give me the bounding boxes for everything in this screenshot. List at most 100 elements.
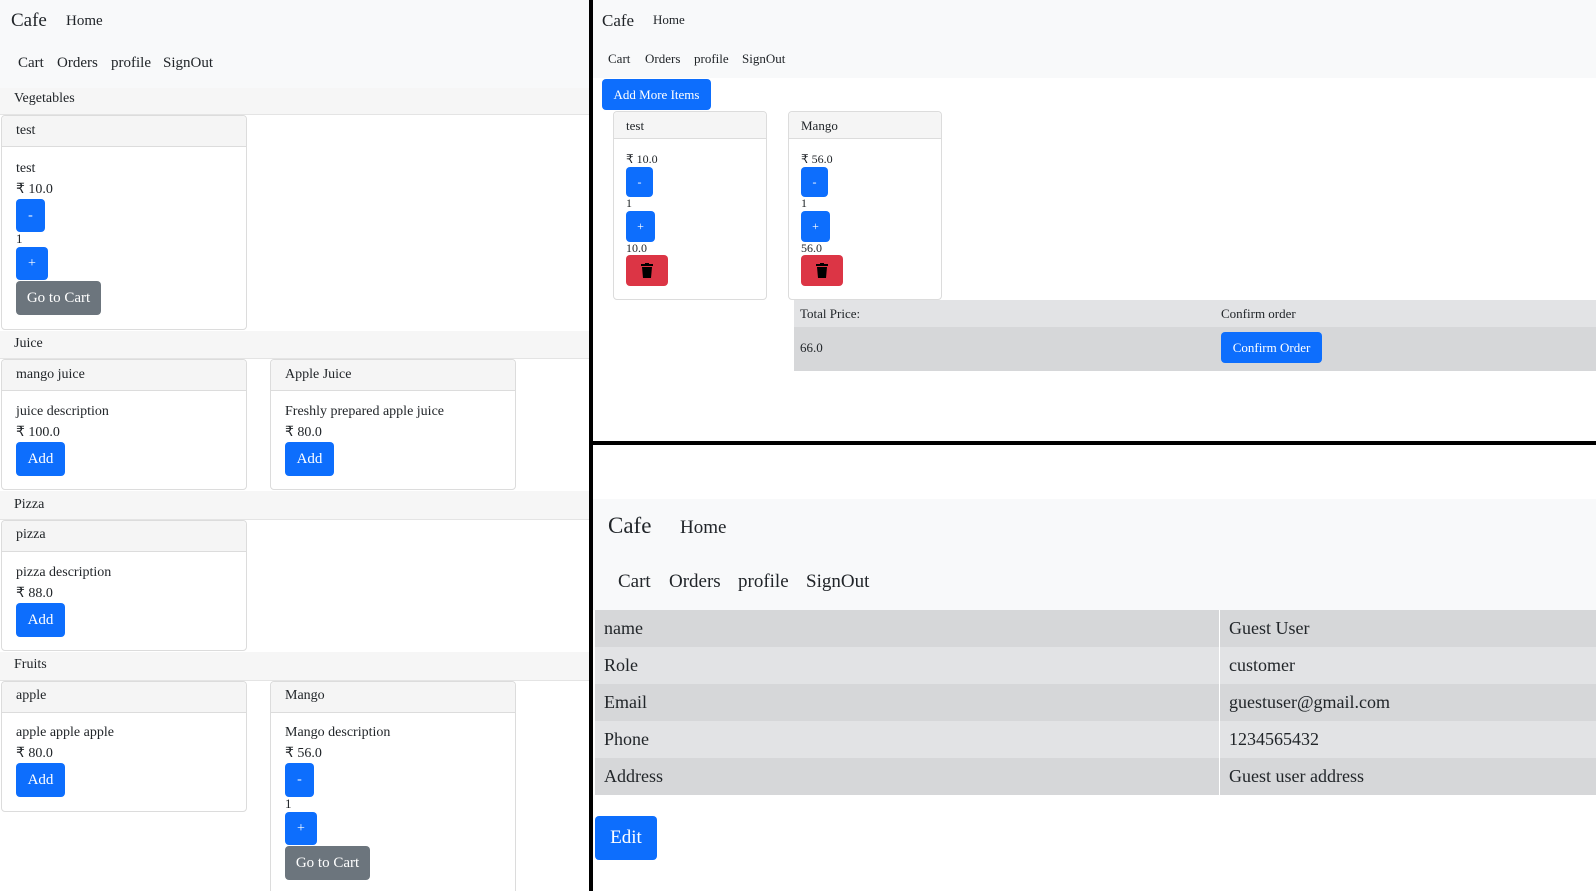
delete-item-button[interactable] bbox=[801, 255, 843, 286]
trash-icon bbox=[641, 263, 653, 278]
item-price: ₹ 80.0 bbox=[285, 425, 322, 440]
order-summary-row: 66.0 Confirm Order bbox=[794, 327, 1596, 371]
trash-icon bbox=[816, 263, 828, 278]
item-title: Mango bbox=[801, 118, 838, 133]
profile-row: Role customer bbox=[595, 647, 1596, 684]
item-price: ₹ 10.0 bbox=[16, 182, 53, 197]
navbar-brand[interactable]: Cafe bbox=[11, 10, 47, 32]
item-description: pizza description bbox=[16, 565, 112, 580]
item-price: ₹ 80.0 bbox=[16, 746, 53, 761]
nav-home-link[interactable]: Home bbox=[66, 13, 103, 30]
menu-item-card: Mango Mango description ₹ 56.0 - 1 + Go … bbox=[270, 681, 516, 891]
item-title: Apple Juice bbox=[285, 367, 352, 382]
item-title: test bbox=[16, 123, 36, 138]
go-to-cart-button[interactable]: Go to Cart bbox=[16, 281, 101, 315]
decrease-qty-button[interactable]: - bbox=[285, 763, 314, 797]
nav-orders-link[interactable]: Orders bbox=[57, 55, 98, 72]
card-header: Mango bbox=[271, 682, 515, 713]
profile-field-label: Address bbox=[604, 766, 663, 786]
profile-table: name Guest User Role customer Email gues… bbox=[595, 610, 1596, 797]
nav-signout-link[interactable]: SignOut bbox=[806, 571, 869, 593]
column-divider bbox=[1219, 758, 1220, 795]
item-quantity: 1 bbox=[16, 231, 23, 246]
add-button[interactable]: Add bbox=[285, 442, 334, 476]
profile-field-label: Phone bbox=[604, 729, 649, 749]
navbar: Cafe Home Cart Orders profile SignOut bbox=[0, 0, 589, 88]
column-divider bbox=[1219, 610, 1220, 647]
nav-profile-link[interactable]: profile bbox=[738, 571, 789, 593]
item-price: ₹ 56.0 bbox=[285, 746, 322, 761]
add-button[interactable]: Add bbox=[16, 763, 65, 797]
item-title: pizza bbox=[16, 527, 46, 542]
nav-home-link[interactable]: Home bbox=[653, 12, 685, 28]
item-quantity: 1 bbox=[285, 796, 292, 811]
nav-orders-link[interactable]: Orders bbox=[645, 51, 680, 67]
card-header: apple bbox=[2, 682, 246, 713]
decrease-qty-button[interactable]: - bbox=[16, 199, 45, 232]
nav-cart-link[interactable]: Cart bbox=[18, 55, 44, 72]
add-more-items-button[interactable]: Add More Items bbox=[602, 79, 711, 110]
nav-profile-link[interactable]: profile bbox=[111, 55, 151, 72]
profile-row: Email guestuser@gmail.com bbox=[595, 684, 1596, 721]
nav-orders-link[interactable]: Orders bbox=[669, 571, 721, 593]
decrease-qty-button[interactable]: - bbox=[801, 167, 828, 197]
item-description: Freshly prepared apple juice bbox=[285, 404, 444, 419]
item-subtotal: 10.0 bbox=[626, 241, 647, 255]
cart-panel: Cafe Home Cart Orders profile SignOut Ad… bbox=[593, 0, 1596, 441]
increase-qty-button[interactable]: + bbox=[16, 247, 48, 280]
cart-item-card: test ₹ 10.0 - 1 + 10.0 bbox=[613, 111, 767, 300]
menu-item-card: Apple Juice Freshly prepared apple juice… bbox=[270, 359, 516, 490]
decrease-qty-button[interactable]: - bbox=[626, 167, 653, 197]
card-header: mango juice bbox=[2, 360, 246, 391]
item-title: apple bbox=[16, 688, 47, 703]
category-title: Fruits bbox=[14, 657, 47, 672]
navbar-brand[interactable]: Cafe bbox=[602, 11, 634, 31]
increase-qty-button[interactable]: + bbox=[285, 812, 317, 845]
navbar-brand[interactable]: Cafe bbox=[608, 513, 651, 539]
navbar: Cafe Home Cart Orders profile SignOut bbox=[593, 499, 1596, 610]
increase-qty-button[interactable]: + bbox=[626, 211, 655, 242]
nav-cart-link[interactable]: Cart bbox=[608, 51, 630, 67]
item-description: Mango description bbox=[285, 725, 391, 740]
category-header-vegetables: Vegetables bbox=[0, 88, 589, 115]
column-divider bbox=[1219, 684, 1220, 721]
menu-item-card: apple apple apple apple ₹ 80.0 Add bbox=[1, 681, 247, 812]
column-divider bbox=[1219, 647, 1220, 684]
nav-home-link[interactable]: Home bbox=[680, 517, 726, 539]
card-header: test bbox=[2, 116, 246, 147]
total-price-label: Total Price: bbox=[800, 306, 861, 321]
nav-profile-link[interactable]: profile bbox=[694, 51, 729, 67]
card-header: pizza bbox=[2, 521, 246, 552]
item-title: Mango bbox=[285, 688, 325, 703]
menu-item-card: mango juice juice description ₹ 100.0 Ad… bbox=[1, 359, 247, 490]
menu-item-card: pizza pizza description ₹ 88.0 Add bbox=[1, 520, 247, 651]
column-divider bbox=[1219, 721, 1220, 758]
confirm-order-header: Confirm order bbox=[1221, 306, 1296, 321]
nav-cart-link[interactable]: Cart bbox=[618, 571, 651, 593]
item-price: ₹ 10.0 bbox=[626, 152, 658, 166]
item-description: apple apple apple bbox=[16, 725, 114, 740]
category-title: Pizza bbox=[14, 497, 45, 512]
profile-field-value: guestuser@gmail.com bbox=[1229, 692, 1391, 712]
nav-signout-link[interactable]: SignOut bbox=[163, 55, 213, 72]
nav-signout-link[interactable]: SignOut bbox=[742, 51, 785, 67]
delete-item-button[interactable] bbox=[626, 255, 668, 286]
confirm-order-button[interactable]: Confirm Order bbox=[1221, 332, 1322, 363]
edit-profile-button[interactable]: Edit bbox=[595, 816, 657, 860]
item-quantity: 1 bbox=[801, 196, 807, 210]
card-header: test bbox=[614, 112, 766, 139]
item-price: ₹ 100.0 bbox=[16, 425, 60, 440]
item-title: mango juice bbox=[16, 367, 85, 382]
profile-field-value: 1234565432 bbox=[1229, 729, 1319, 749]
item-price: ₹ 56.0 bbox=[801, 152, 833, 166]
menu-panel: Cafe Home Cart Orders profile SignOut Ve… bbox=[0, 0, 589, 891]
go-to-cart-button[interactable]: Go to Cart bbox=[285, 846, 370, 880]
card-header: Mango bbox=[789, 112, 941, 139]
item-title: test bbox=[626, 118, 645, 133]
navbar: Cafe Home Cart Orders profile SignOut bbox=[593, 0, 1596, 78]
profile-panel: Cafe Home Cart Orders profile SignOut na… bbox=[593, 445, 1596, 891]
add-button[interactable]: Add bbox=[16, 442, 65, 476]
increase-qty-button[interactable]: + bbox=[801, 211, 830, 242]
add-button[interactable]: Add bbox=[16, 603, 65, 637]
total-price-value: 66.0 bbox=[800, 340, 823, 355]
